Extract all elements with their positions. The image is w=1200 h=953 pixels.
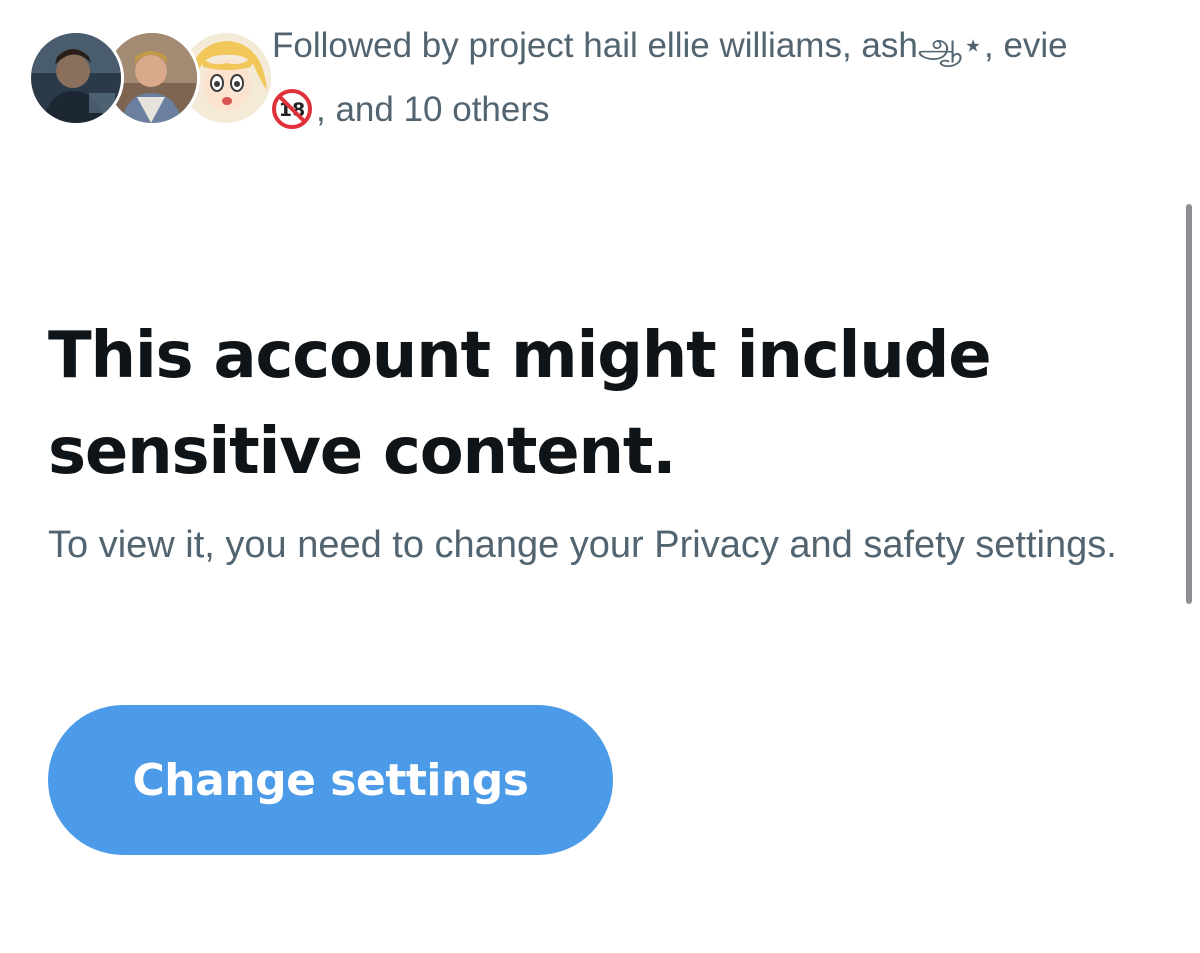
sensitive-content-description: To view it, you need to change your Priv… [48, 524, 1117, 566]
follower-avatars[interactable] [28, 30, 274, 126]
followed-by-text[interactable]: Followed by project hail ellie williams,… [272, 14, 1172, 142]
follower-avatar-photo-icon [31, 33, 121, 123]
followed-by-line-1: Followed by project hail ellie williams,… [272, 26, 1068, 65]
followed-by-line-2: 18 , and 10 others [272, 78, 1172, 142]
followed-by-section[interactable]: Followed by project hail ellie williams,… [28, 0, 1168, 140]
no-under-18-emoji-icon: 18 [272, 89, 312, 129]
follower-avatar-1[interactable] [28, 30, 124, 126]
followed-by-others-text: , and 10 others [316, 90, 550, 129]
scrollbar[interactable] [1186, 204, 1192, 604]
change-settings-label: Change settings [132, 754, 529, 806]
sensitive-content-title: This account might include sensitive con… [48, 319, 992, 489]
change-settings-button[interactable]: Change settings [48, 705, 613, 855]
